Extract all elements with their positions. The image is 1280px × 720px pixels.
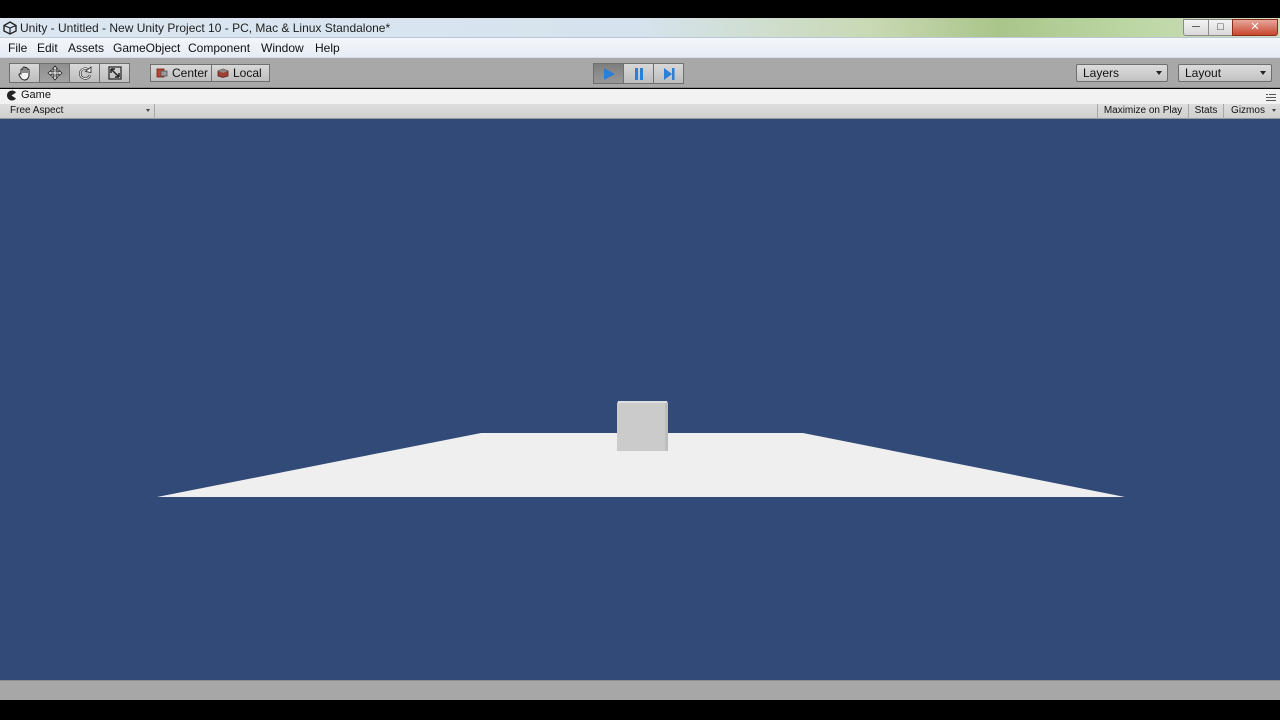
cube-right-edge [665, 403, 668, 451]
status-bar [0, 680, 1280, 700]
minimize-button[interactable]: ─ [1183, 19, 1209, 36]
layers-dropdown[interactable]: Layers [1076, 64, 1168, 82]
chevron-down-icon [1260, 71, 1266, 75]
panel-menu-icon[interactable] [1266, 93, 1276, 101]
menu-file[interactable]: File [8, 41, 27, 55]
play-icon [603, 67, 615, 80]
menu-edit[interactable]: Edit [37, 41, 58, 55]
cube-front-face [617, 403, 668, 451]
rotate-tool-button[interactable] [69, 63, 100, 83]
pivot-mode-label: Center [172, 66, 209, 80]
hand-tool-button[interactable] [9, 63, 40, 83]
menu-window[interactable]: Window [261, 41, 304, 55]
step-icon [663, 67, 674, 80]
unity-logo-icon [3, 21, 17, 35]
local-cube-icon [217, 68, 229, 78]
game-scene [157, 401, 1125, 497]
play-button[interactable] [593, 63, 624, 84]
step-button[interactable] [653, 63, 684, 84]
close-button[interactable]: ✕ [1232, 19, 1278, 36]
tab-game[interactable]: Game [6, 89, 51, 101]
layout-dropdown[interactable]: Layout [1178, 64, 1272, 82]
menu-bar: File Edit Assets GameObject Component Wi… [0, 38, 1280, 58]
pivot-center-icon [156, 68, 168, 78]
window-title: Unity - Untitled - New Unity Project 10 … [20, 21, 391, 35]
stats-toggle[interactable]: Stats [1188, 104, 1223, 119]
title-bar: Unity - Untitled - New Unity Project 10 … [0, 18, 1280, 38]
tab-game-label: Game [21, 89, 51, 101]
pause-icon [634, 67, 643, 80]
layers-label: Layers [1083, 66, 1120, 80]
menu-help[interactable]: Help [315, 41, 340, 55]
chevron-down-icon [146, 109, 150, 112]
main-toolbar: Center Local Layers Layout [0, 58, 1280, 88]
rotate-icon [78, 66, 91, 80]
aspect-dropdown[interactable]: Free Aspect [0, 104, 155, 119]
menu-gameobject[interactable]: GameObject [113, 41, 180, 55]
game-viewport[interactable] [0, 119, 1280, 680]
pause-button[interactable] [623, 63, 654, 84]
pivot-rotation-button[interactable]: Local [211, 64, 270, 82]
layout-label: Layout [1185, 66, 1222, 80]
gizmos-dropdown[interactable]: Gizmos [1223, 104, 1280, 119]
chevron-down-icon [1156, 71, 1162, 75]
pivot-rotation-label: Local [233, 66, 262, 80]
game-pacman-icon [7, 90, 17, 100]
menu-component[interactable]: Component [188, 41, 250, 55]
scale-icon [107, 66, 122, 80]
scale-tool-button[interactable] [99, 63, 130, 83]
game-view-toolbar: Free Aspect Maximize on Play Stats Gizmo… [0, 104, 1280, 119]
game-tab-bar: Game [0, 89, 1280, 104]
maximize-on-play-toggle[interactable]: Maximize on Play [1097, 104, 1188, 119]
move-tool-button[interactable] [39, 63, 70, 83]
move-icon [46, 65, 63, 81]
aspect-label: Free Aspect [10, 105, 64, 116]
hand-icon [18, 66, 29, 81]
pivot-mode-button[interactable]: Center [150, 64, 212, 82]
maximize-button[interactable]: □ [1208, 19, 1233, 36]
chevron-down-icon [1272, 109, 1276, 112]
unity-editor-window: Unity - Untitled - New Unity Project 10 … [0, 0, 1280, 720]
menu-assets[interactable]: Assets [68, 41, 104, 55]
gizmos-label: Gizmos [1231, 105, 1265, 116]
